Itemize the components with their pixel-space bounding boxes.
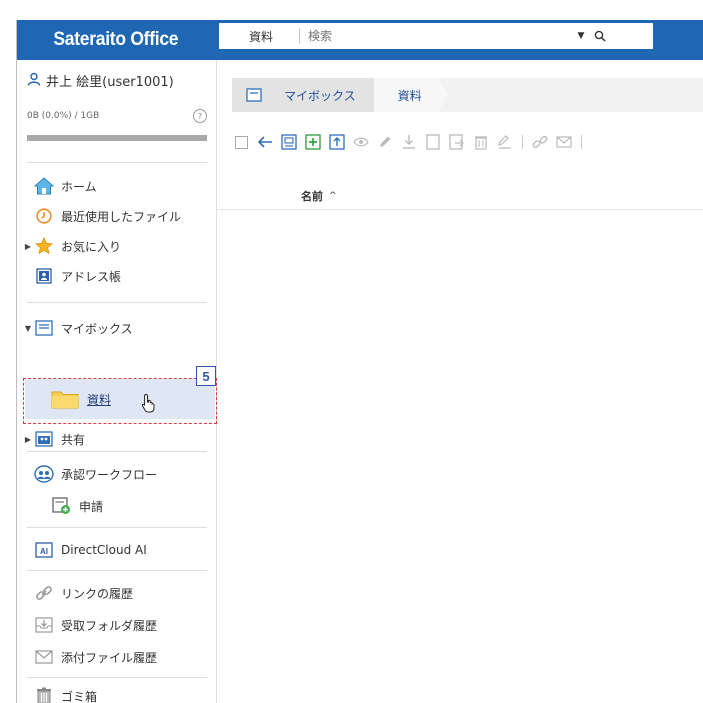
toolbar-divider bbox=[522, 135, 523, 149]
divider bbox=[27, 527, 207, 528]
back-arrow-icon[interactable] bbox=[256, 133, 274, 151]
app-window: Sateraito Office 資料 ▼ 井上 絵里(user1001) 0B… bbox=[16, 20, 703, 703]
sidebar-item-label: DirectCloud AI bbox=[61, 543, 147, 557]
divider bbox=[27, 162, 207, 163]
logo[interactable]: Sateraito Office bbox=[17, 20, 215, 60]
new-file-icon[interactable] bbox=[280, 133, 298, 151]
breadcrumb-item-shiryo[interactable]: 資料 bbox=[373, 78, 448, 112]
divider bbox=[27, 677, 207, 678]
sidebar-item-label: 申請 bbox=[79, 499, 104, 514]
sidebar-item-label: 最近使用したファイル bbox=[61, 209, 182, 224]
sidebar-item-label: マイボックス bbox=[61, 321, 133, 336]
sidebar-item-home[interactable]: ホーム bbox=[17, 171, 216, 201]
breadcrumb-item-mybox[interactable]: マイボックス bbox=[232, 78, 386, 112]
divider bbox=[27, 451, 207, 452]
quota-text: 0B (0.0%) / 1GB bbox=[27, 111, 100, 121]
sidebar-item-link-history[interactable]: リンクの履歴 bbox=[17, 578, 216, 608]
toolbar bbox=[232, 130, 703, 154]
receive-box-icon bbox=[34, 615, 54, 635]
sidebar-item-label: 受取フォルダ履歴 bbox=[61, 618, 158, 633]
user-info[interactable]: 井上 絵里(user1001) bbox=[27, 71, 174, 90]
rename-icon[interactable] bbox=[496, 133, 514, 151]
search-bar: 資料 ▼ bbox=[219, 23, 653, 49]
help-icon[interactable]: ? bbox=[193, 109, 207, 123]
shared-box-icon bbox=[34, 429, 54, 449]
search-scope-label: 資料 bbox=[249, 29, 274, 44]
sidebar-item-label: 添付ファイル履歴 bbox=[61, 650, 158, 665]
sidebar-item-mybox[interactable]: ▼ マイボックス bbox=[17, 313, 216, 343]
sidebar-item-shared[interactable]: ▶ 共有 bbox=[17, 424, 216, 454]
upload-icon[interactable] bbox=[328, 133, 346, 151]
delete-icon[interactable] bbox=[472, 133, 490, 151]
envelope-icon bbox=[34, 647, 54, 667]
breadcrumb-label: 資料 bbox=[397, 88, 422, 103]
new-request-icon bbox=[52, 496, 72, 516]
top-header: Sateraito Office 資料 ▼ bbox=[17, 20, 703, 60]
email-icon[interactable] bbox=[555, 133, 573, 151]
clock-icon bbox=[34, 206, 54, 226]
sidebar-item-favorites[interactable]: ▶ お気に入り bbox=[17, 231, 216, 261]
sidebar-item-label: 承認ワークフロー bbox=[61, 467, 158, 482]
sidebar-item-address-book[interactable]: アドレス帳 bbox=[17, 261, 216, 291]
address-book-icon bbox=[34, 266, 54, 286]
search-icon[interactable] bbox=[590, 30, 610, 42]
tray-icon bbox=[246, 88, 262, 102]
sidebar-item-label: アドレス帳 bbox=[61, 269, 122, 284]
preview-eye-icon[interactable] bbox=[352, 133, 370, 151]
breadcrumb-label: マイボックス bbox=[284, 88, 356, 103]
new-folder-icon[interactable] bbox=[304, 133, 322, 151]
expand-arrow-icon[interactable]: ▶ bbox=[22, 435, 34, 444]
ai-icon: AI bbox=[34, 540, 54, 560]
sidebar-item-workflow[interactable]: 承認ワークフロー bbox=[17, 459, 216, 489]
sidebar-item-label: リンクの履歴 bbox=[61, 586, 134, 601]
home-icon bbox=[34, 176, 54, 196]
link-icon[interactable] bbox=[531, 133, 549, 151]
sidebar-item-label: ホーム bbox=[61, 179, 97, 194]
collapse-arrow-icon[interactable]: ▼ bbox=[22, 324, 34, 333]
sort-ascending-icon[interactable]: ^ bbox=[329, 191, 337, 201]
storage-quota: 0B (0.0%) / 1GB ? bbox=[27, 109, 207, 123]
step-number-badge: 5 bbox=[196, 366, 216, 386]
quota-bar bbox=[27, 135, 207, 141]
sidebar-item-directcloud-ai[interactable]: AI DirectCloud AI bbox=[17, 535, 216, 565]
star-icon bbox=[34, 236, 54, 256]
sidebar-item-recent[interactable]: 最近使用したファイル bbox=[17, 201, 216, 231]
breadcrumb: マイボックス 資料 bbox=[232, 78, 703, 112]
main-content: マイボックス 資料 名前 ^ bbox=[217, 60, 703, 703]
sidebar: 井上 絵里(user1001) 0B (0.0%) / 1GB ? ホーム 最近… bbox=[17, 60, 217, 703]
select-all-checkbox[interactable] bbox=[232, 133, 250, 151]
highlight-box bbox=[23, 378, 217, 424]
search-input[interactable] bbox=[300, 29, 572, 43]
sidebar-item-receive-folder-history[interactable]: 受取フォルダ履歴 bbox=[17, 610, 216, 640]
move-icon[interactable] bbox=[448, 133, 466, 151]
logo-text: Sateraito Office bbox=[53, 29, 179, 50]
divider bbox=[27, 302, 207, 303]
sidebar-item-label: お気に入り bbox=[61, 239, 122, 254]
tray-icon bbox=[34, 318, 54, 338]
user-icon bbox=[27, 72, 41, 90]
sidebar-item-label: 共有 bbox=[61, 432, 86, 447]
sidebar-item-trash[interactable]: ゴミ箱 bbox=[17, 681, 216, 703]
sidebar-item-label: ゴミ箱 bbox=[61, 689, 98, 703]
download-icon[interactable] bbox=[400, 133, 418, 151]
search-dropdown-caret-icon[interactable]: ▼ bbox=[572, 31, 590, 41]
column-header-name[interactable]: 名前 bbox=[301, 188, 323, 204]
file-list-header: 名前 ^ bbox=[217, 182, 703, 210]
trash-icon bbox=[34, 686, 54, 703]
link-icon bbox=[34, 583, 54, 603]
sidebar-item-application[interactable]: 申請 bbox=[35, 491, 234, 521]
toolbar-divider bbox=[581, 135, 582, 149]
expand-arrow-icon[interactable]: ▶ bbox=[22, 242, 34, 251]
divider bbox=[27, 570, 207, 571]
sidebar-item-attachment-history[interactable]: 添付ファイル履歴 bbox=[17, 642, 216, 672]
svg-text:AI: AI bbox=[40, 547, 48, 556]
workflow-icon bbox=[34, 464, 54, 484]
edit-pencil-icon[interactable] bbox=[376, 133, 394, 151]
user-name: 井上 絵里(user1001) bbox=[46, 75, 174, 90]
copy-icon[interactable] bbox=[424, 133, 442, 151]
